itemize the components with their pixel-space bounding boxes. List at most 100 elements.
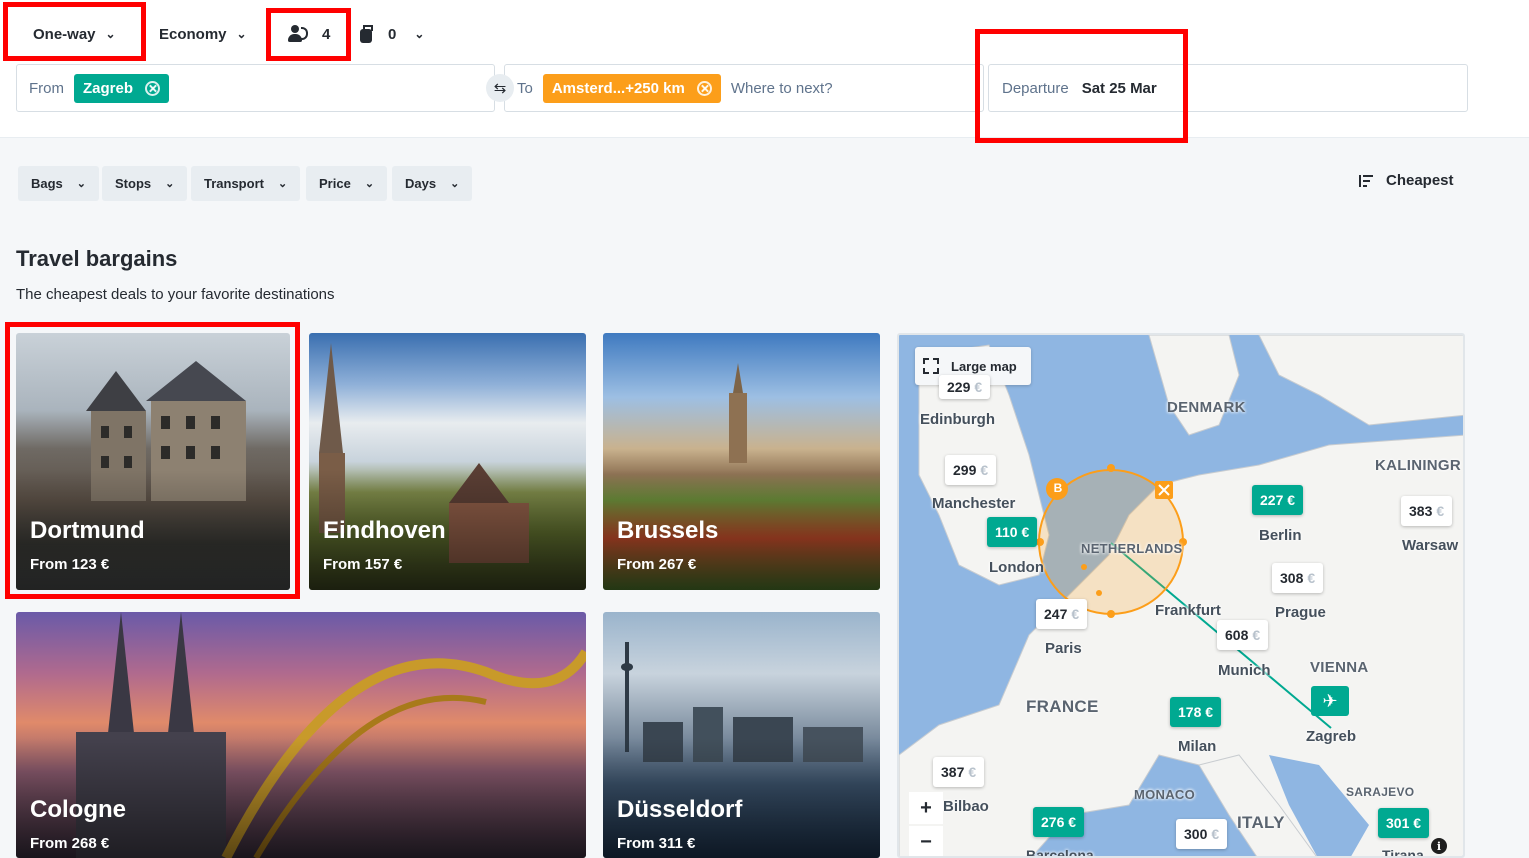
price-pin-bilbao[interactable]: 387 € [933, 757, 985, 787]
card-city: Eindhoven [323, 517, 446, 544]
city-label: Paris [1045, 640, 1082, 657]
filter-bags[interactable]: Bags ⌄ [18, 166, 100, 201]
filter-stops[interactable]: Stops ⌄ [102, 166, 188, 201]
remove-destination-icon[interactable] [696, 80, 712, 96]
city-label: Bilbao [943, 798, 989, 815]
card-price: From 267 € [617, 556, 697, 573]
city-label: Munich [1218, 662, 1271, 679]
euro-sign: € [1252, 627, 1261, 643]
country-label: VIENNA [1310, 659, 1369, 676]
sort-icon [1358, 174, 1374, 188]
destination-chip: Amsterd...+250 km [542, 73, 721, 103]
card-city: Cologne [30, 796, 126, 823]
city-label: Milan [1178, 738, 1217, 755]
euro-sign: € [1211, 826, 1220, 842]
pin-price: 308 [1280, 570, 1304, 586]
passengers-select[interactable]: 4 [288, 14, 330, 54]
price-pin-london[interactable]: 110 € [987, 517, 1038, 547]
destination-input[interactable]: Where to next? [731, 80, 833, 97]
price-pin-warsaw[interactable]: 383 € [1401, 496, 1453, 526]
filter-days-label: Days [405, 176, 437, 191]
pin-price: 608 [1225, 627, 1249, 643]
destination-card-dusseldorf[interactable]: Düsseldorf From 311 € [603, 612, 880, 858]
city-label: Frankfurt [1155, 602, 1221, 619]
pin-price: 299 [953, 462, 977, 478]
price-pin-edinburgh[interactable]: 229 € [939, 375, 991, 399]
destination-card-brussels[interactable]: Brussels From 267 € [603, 333, 880, 590]
pin-price: 300 [1184, 826, 1208, 842]
departure-label: Departure [1002, 79, 1069, 97]
bags-select[interactable]: 0 ⌄ [360, 14, 424, 54]
chevron-down-icon: ⌄ [277, 178, 288, 190]
chevron-down-icon: ⌄ [414, 27, 425, 41]
zoom-in-button[interactable]: + [909, 792, 943, 824]
euro-sign: € [968, 764, 977, 780]
card-price: From 157 € [323, 556, 403, 573]
price-pin-manchester[interactable]: 299 € [945, 455, 997, 485]
price-pin-milan[interactable]: 178 € [1170, 697, 1222, 727]
large-map-label: Large map [951, 358, 1017, 374]
swap-icon[interactable]: ⇆ [486, 74, 514, 102]
card-city: Brussels [617, 517, 719, 544]
filter-price-label: Price [319, 176, 351, 191]
city-label: Edinburgh [920, 411, 995, 428]
price-pin-barcelona[interactable]: 276 € [1033, 807, 1085, 837]
price-pin-paris[interactable]: 247 € [1036, 599, 1088, 629]
card-city: Düsseldorf [617, 796, 743, 823]
passengers-icon [288, 25, 308, 43]
euro-sign: € [974, 379, 983, 395]
country-label: SARAJEVO [1346, 785, 1415, 799]
city-label: Barcelona [1026, 847, 1094, 858]
to-field[interactable]: To Amsterd...+250 km Where to next? [504, 64, 984, 112]
destination-card-eindhoven[interactable]: Eindhoven From 157 € [309, 333, 586, 590]
filter-bags-label: Bags [31, 176, 63, 191]
card-price: From 123 € [30, 556, 110, 573]
info-icon[interactable]: i [1431, 838, 1447, 854]
expand-icon [923, 358, 939, 374]
price-pin-tirana[interactable]: 301 € [1378, 808, 1430, 838]
remove-origin-icon[interactable] [145, 80, 161, 96]
trip-type-select[interactable]: One-way ⌄ [33, 14, 116, 54]
section-title: Travel bargains [16, 246, 178, 271]
price-pin-italy[interactable]: 300 € [1176, 819, 1228, 849]
airplane-departure-icon[interactable]: ✈ [1311, 686, 1349, 716]
cabin-class-select[interactable]: Economy ⌄ [159, 14, 247, 54]
pin-price: 383 [1409, 503, 1433, 519]
filter-stops-label: Stops [115, 176, 152, 191]
city-label: Manchester [932, 495, 1016, 512]
country-label: MONACO [1134, 787, 1196, 802]
city-label: Warsaw [1402, 537, 1459, 554]
filter-transport[interactable]: Transport ⌄ [191, 166, 301, 201]
city-label: Tirana [1382, 847, 1424, 858]
sort-select[interactable]: Cheapest [1358, 172, 1454, 189]
city-label: Zagreb [1306, 728, 1357, 745]
city-label: Berlin [1259, 527, 1302, 544]
price-pin-berlin[interactable]: 227 € [1252, 485, 1304, 515]
filter-days[interactable]: Days ⌄ [392, 166, 473, 201]
destination-card-dortmund[interactable]: Dortmund From 123 € [16, 333, 290, 590]
pin-price: 229 [947, 379, 971, 395]
zoom-out-button[interactable]: − [909, 826, 943, 856]
section-subtitle: The cheapest deals to your favorite dest… [16, 286, 335, 303]
chevron-down-icon: ⌄ [76, 178, 87, 190]
pin-price: 387 [941, 764, 965, 780]
country-label: DENMARK [1167, 399, 1246, 416]
chevron-down-icon: ⌄ [450, 178, 460, 190]
departure-field[interactable]: Departure Sat 25 Mar [988, 64, 1468, 112]
price-pin-prague[interactable]: 308 € [1272, 563, 1324, 593]
destination-chip-label: Amsterd...+250 km [551, 79, 685, 97]
destinations-map[interactable]: B Large map 229 € DENMARK KALININGR NETHE… [897, 333, 1465, 858]
from-label: From [29, 79, 64, 97]
sort-label: Cheapest [1386, 172, 1454, 189]
card-price: From 311 € [617, 835, 696, 852]
origin-chip: Zagreb [74, 73, 170, 103]
filter-price[interactable]: Price ⌄ [306, 166, 388, 201]
euro-sign: € [1071, 606, 1080, 622]
from-field[interactable]: From Zagreb [16, 64, 495, 112]
destination-card-cologne[interactable]: Cologne From 268 € [16, 612, 586, 858]
filter-transport-label: Transport [204, 176, 264, 191]
to-label: To [517, 79, 533, 97]
euro-sign: € [1307, 570, 1316, 586]
search-area: One-way ⌄ Economy ⌄ 4 0 ⌄ From Zagreb ⇆ … [0, 0, 1529, 138]
price-pin-munich[interactable]: 608 € [1217, 620, 1269, 650]
